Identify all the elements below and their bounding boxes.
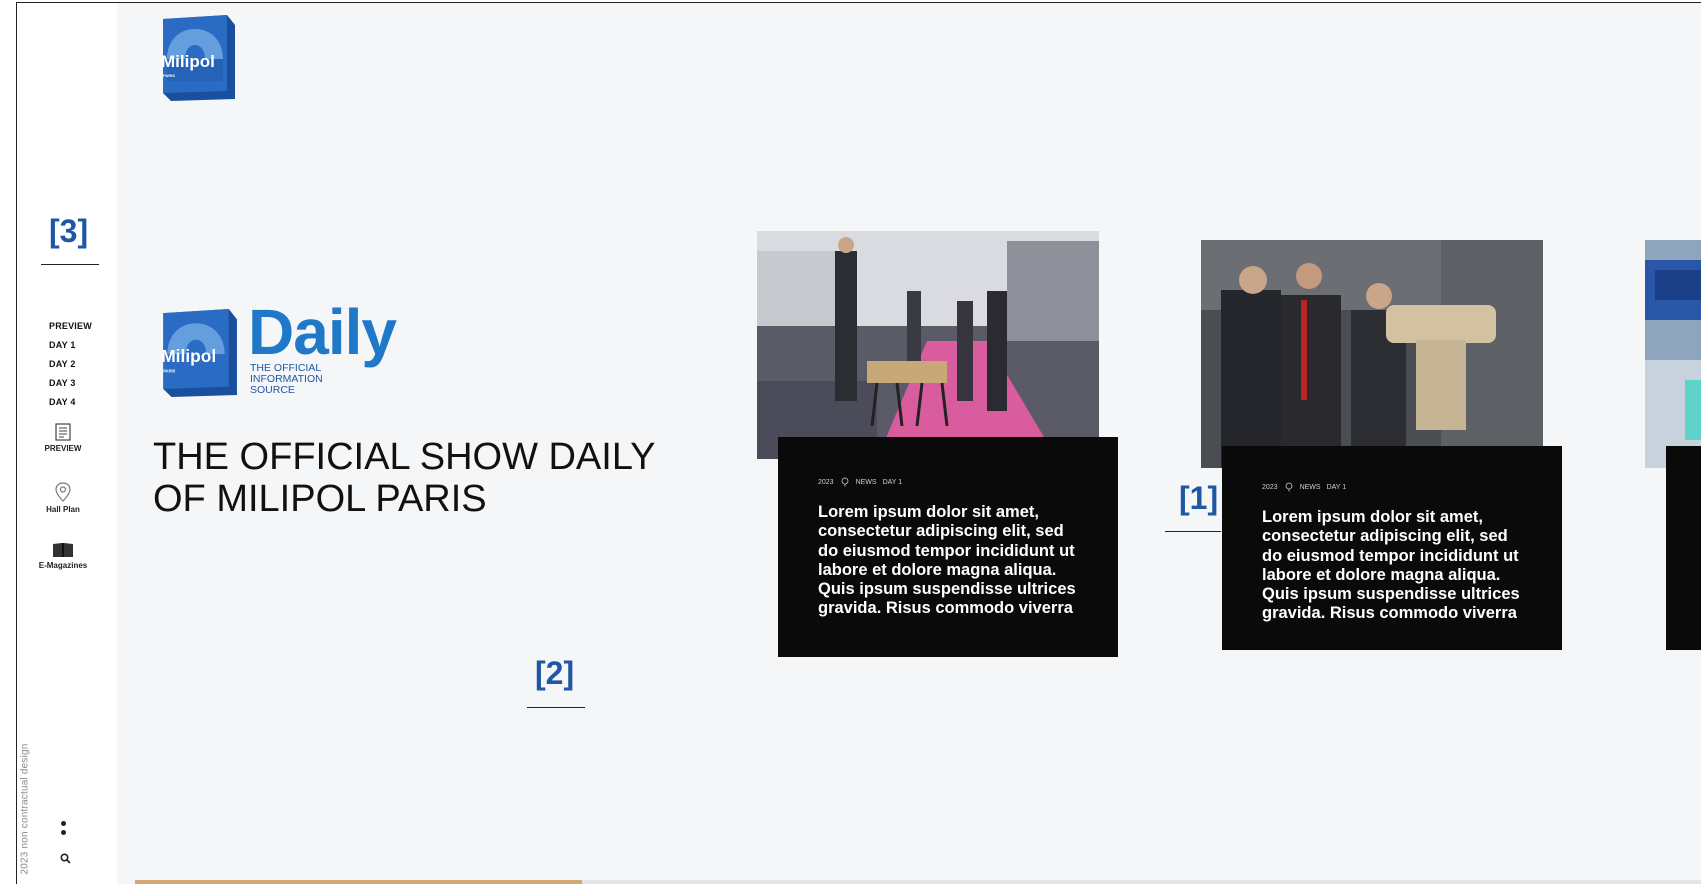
search-icon[interactable] <box>60 853 71 864</box>
sidebar-hall-plan-link[interactable]: Hall Plan <box>23 481 103 514</box>
milipol-logo-small-subtext: PARIS <box>163 368 175 373</box>
card-3-image <box>1645 240 1701 468</box>
annotation-3-underline <box>41 264 99 265</box>
card-3-photo[interactable] <box>1645 240 1701 468</box>
bulb-icon <box>1285 482 1292 492</box>
card-1-text: Lorem ipsum dolor sit amet, consectetur … <box>818 503 1076 618</box>
sidebar-hall-plan-label: Hall Plan <box>46 505 80 514</box>
sidebar-item-day2[interactable]: DAY 2 <box>49 359 76 369</box>
daily-tagline: THE OFFICIAL INFORMATION SOURCE <box>250 362 323 396</box>
sidebar-item-preview[interactable]: PREVIEW <box>49 321 92 331</box>
annotation-1-underline <box>1165 531 1221 532</box>
card-3-body[interactable] <box>1666 446 1701 650</box>
watermark-text: 2023 non contractual design <box>19 743 31 875</box>
hero-headline-line2: OF MILIPOL PARIS <box>153 478 487 520</box>
card-1-image <box>757 231 1099 459</box>
sidebar-item-day4[interactable]: DAY 4 <box>49 397 76 407</box>
card-2-category: NEWS <box>1299 483 1321 491</box>
carousel-progress-track[interactable] <box>135 880 1701 884</box>
card-2-meta: 2023 NEWS DAY 1 <box>1262 482 1522 492</box>
dot <box>61 830 66 835</box>
daily-wordmark: Daily <box>248 296 397 368</box>
card-2-photo[interactable] <box>1201 240 1543 468</box>
card-2-image <box>1201 240 1543 468</box>
bulb-icon <box>841 477 848 487</box>
sidebar-preview-link[interactable]: PREVIEW <box>23 422 103 453</box>
daily-logo: Milipol PARIS Daily THE OFFICIAL INFORMA… <box>155 296 415 397</box>
card-1-year: 2023 <box>818 478 834 486</box>
milipol-logo-small-text: Milipol <box>161 346 216 366</box>
sidebar-e-magazines-label: E-Magazines <box>38 561 88 570</box>
newspaper-icon <box>55 423 71 441</box>
sidebar-e-magazines-link[interactable]: E-Magazines <box>23 541 103 570</box>
card-2-day: DAY 1 <box>1326 483 1347 491</box>
main-area: Milipol PARIS Milipol PARIS Daily THE OF… <box>117 3 1701 884</box>
dot <box>61 821 66 826</box>
milipol-logo-text: Milipol <box>161 52 215 71</box>
card-1-day: DAY 1 <box>882 478 903 486</box>
sidebar-item-day3[interactable]: DAY 3 <box>49 378 76 388</box>
hero-headline: THE OFFICIAL SHOW DAILY OF MILIPOL PARIS <box>153 436 673 520</box>
open-book-icon <box>53 543 73 557</box>
card-2-text: Lorem ipsum dolor sit amet, consectetur … <box>1262 508 1520 623</box>
hero-headline-line1: THE OFFICIAL SHOW DAILY <box>153 436 656 478</box>
card-1-meta: 2023 NEWS DAY 1 <box>818 477 1078 487</box>
more-vertical-icon[interactable] <box>61 821 67 839</box>
annotation-3: [3] <box>49 213 89 249</box>
card-1-body[interactable]: 2023 NEWS DAY 1 Lorem ipsum dolor sit am… <box>778 437 1118 657</box>
milipol-logo-small: Milipol PARIS <box>161 309 237 397</box>
sidebar: [3] PREVIEW DAY 1 DAY 2 DAY 3 DAY 4 PREV… <box>17 3 117 884</box>
carousel-progress-fill <box>135 880 582 884</box>
annotation-2-underline <box>527 707 585 708</box>
map-pin-icon <box>55 482 71 502</box>
annotation-1: [1] <box>1179 480 1219 516</box>
card-1-category: NEWS <box>855 478 877 486</box>
card-1-photo[interactable] <box>757 231 1099 459</box>
milipol-logo-subtext: PARIS <box>163 73 175 78</box>
card-2-body[interactable]: 2023 NEWS DAY 1 Lorem ipsum dolor sit am… <box>1222 446 1562 650</box>
annotation-2: [2] <box>535 655 575 691</box>
milipol-logo[interactable]: Milipol PARIS <box>155 15 235 101</box>
page-frame: [3] PREVIEW DAY 1 DAY 2 DAY 3 DAY 4 PREV… <box>16 2 1701 884</box>
sidebar-item-day1[interactable]: DAY 1 <box>49 340 76 350</box>
card-2-year: 2023 <box>1262 483 1278 491</box>
sidebar-preview-label: PREVIEW <box>44 444 82 453</box>
